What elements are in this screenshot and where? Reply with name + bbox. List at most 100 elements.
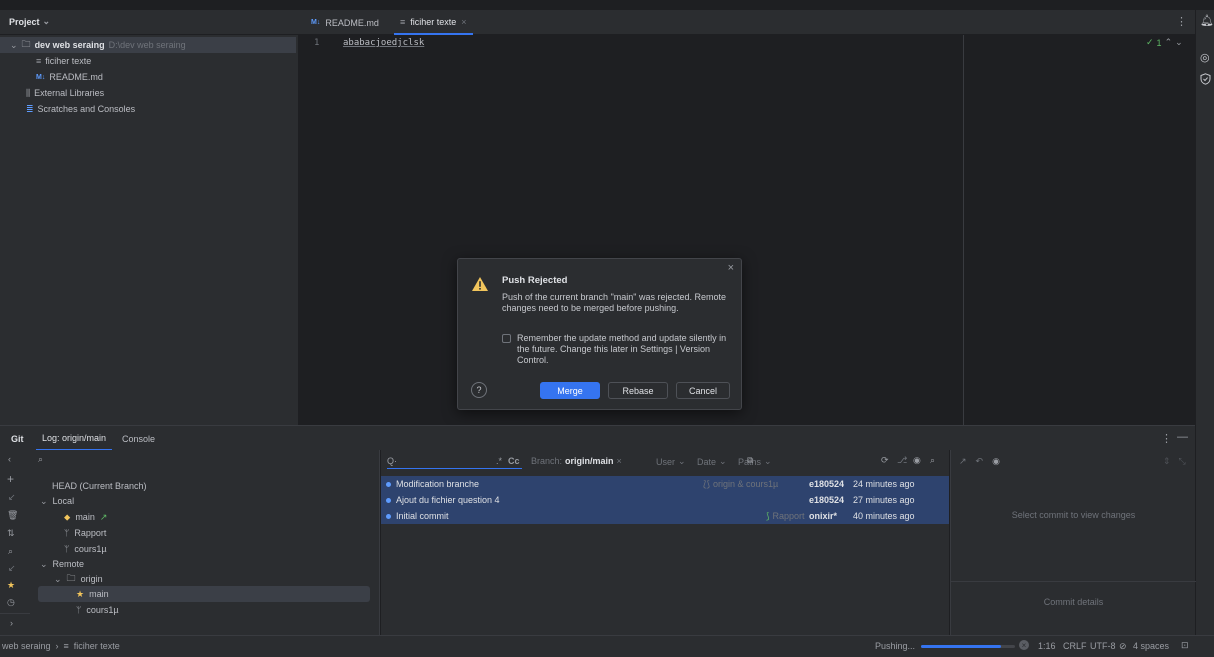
search-icon[interactable]: ⌕	[930, 455, 935, 466]
chevron-right-icon[interactable]: ›	[10, 618, 13, 628]
branch-label: main	[89, 589, 109, 599]
remote-origin[interactable]: ⌄ 🗀 origin	[54, 571, 103, 587]
help-button[interactable]: ?	[471, 382, 487, 398]
inspection-widget[interactable]: ✓ 1 ⌃ ⌄	[1146, 37, 1183, 48]
commit-author: e180524	[809, 495, 845, 505]
undo-icon[interactable]: ↶	[976, 456, 984, 467]
merge-button[interactable]: Merge	[540, 382, 600, 399]
breadcrumb-item[interactable]: web seraing	[2, 641, 51, 651]
tree-item-readme[interactable]: M↓ README.md	[0, 69, 103, 85]
fetch-icon[interactable]: ↙	[8, 563, 16, 574]
tab-ficiher-texte[interactable]: ≡ ficiher texte ×	[394, 10, 473, 35]
tab-console[interactable]: Console	[122, 434, 155, 444]
progress-bar	[921, 645, 1015, 648]
chevron-down-icon: ⌄	[40, 495, 48, 506]
project-view-selector[interactable]: Project ⌄	[9, 16, 50, 27]
git-log: Q· .* Cc Branch: origin/main × User ⌄ Dat…	[381, 450, 949, 635]
expand-all-icon[interactable]: ⇕	[1163, 456, 1171, 467]
branch-local-rapport[interactable]: ᛘ Rapport	[64, 525, 106, 541]
star-icon[interactable]: ★	[7, 580, 15, 591]
add-icon[interactable]: +	[7, 472, 14, 486]
progress-fill	[921, 645, 1001, 648]
editor-margin-area: ✓ 1 ⌃ ⌄	[963, 35, 1195, 425]
tree-item-label: External Libraries	[34, 88, 105, 98]
tree-item-scratches[interactable]: ≣ Scratches and Consoles	[0, 101, 135, 117]
tag-icon: ⟆	[766, 510, 770, 521]
close-icon[interactable]: ×	[461, 17, 466, 27]
cancel-button[interactable]: Cancel	[676, 382, 730, 399]
branch-local-main[interactable]: ⬥ main ↗	[64, 509, 107, 525]
shield-icon[interactable]	[1200, 73, 1211, 85]
cherry-pick-icon[interactable]: ⎇	[897, 455, 907, 466]
file-encoding[interactable]: UTF-8	[1090, 641, 1116, 651]
branch-head[interactable]: HEAD (Current Branch)	[52, 478, 147, 494]
branch-filter[interactable]: Branch: origin/main ×	[531, 456, 622, 466]
tree-root[interactable]: ⌄ 🗀 dev web seraing D:\dev web seraing	[0, 37, 296, 53]
more-options-icon[interactable]: ⋮	[1176, 15, 1187, 28]
ai-assistant-icon[interactable]: ◎	[1200, 51, 1210, 64]
commit-refs: ⟆ Rapport	[766, 511, 805, 522]
check-icon: ✓	[1146, 37, 1154, 47]
tab-log[interactable]: Log: origin/main	[36, 426, 113, 451]
text-file-icon: ≡	[400, 16, 406, 27]
search-icon[interactable]: ⌕	[8, 546, 13, 557]
tree-item-external-libraries[interactable]: ⫼ External Libraries	[0, 85, 104, 101]
lock-icon[interactable]: ⊡	[1181, 640, 1189, 651]
branch-group-remote[interactable]: ⌄ Remote	[40, 556, 84, 572]
more-options-icon[interactable]: ⋮	[1161, 432, 1172, 445]
indent-setting[interactable]: 4 spaces	[1133, 641, 1169, 651]
dialog-title: Push Rejected	[502, 275, 568, 286]
tree-item-ficiher-texte[interactable]: ≡ ficiher texte	[0, 53, 91, 69]
tree-item-label: Scratches and Consoles	[37, 104, 136, 114]
cancel-progress-icon[interactable]: ×	[1019, 640, 1029, 650]
commit-row[interactable]: Modification branche ⟅⟆ origin & cours1µ …	[381, 476, 949, 492]
delete-icon[interactable]: 🗑︎	[7, 510, 18, 521]
commit-time: 40 minutes ago	[853, 511, 915, 521]
paths-filter[interactable]: Paths ⌄	[738, 456, 772, 467]
commit-row[interactable]: Initial commit ⟆ Rapport onixir* 40 minut…	[381, 508, 949, 524]
user-filter[interactable]: User ⌄	[656, 456, 686, 467]
branch-filter-label: Branch:	[531, 456, 563, 466]
date-filter[interactable]: Date ⌄	[697, 456, 727, 467]
eye-icon[interactable]: ◉	[992, 456, 1000, 467]
no-entry-icon[interactable]: ⊘	[1119, 641, 1127, 652]
star-icon: ★	[76, 588, 85, 599]
breadcrumb-item[interactable]: ficiher texte	[74, 641, 120, 651]
chevron-up-icon[interactable]: ⌃	[1165, 37, 1173, 48]
history-icon[interactable]: ◷	[7, 597, 15, 608]
compare-icon[interactable]: ⇅	[7, 528, 15, 539]
notifications-icon[interactable]: 🔔︎	[1200, 14, 1214, 27]
close-icon[interactable]: ×	[728, 262, 734, 274]
rebase-button[interactable]: Rebase	[608, 382, 668, 399]
collapse-all-icon[interactable]: ⤡	[1179, 456, 1186, 467]
branch-remote-cours1[interactable]: ᛘ cours1µ	[76, 602, 119, 618]
chevron-left-icon[interactable]: ‹	[8, 454, 11, 464]
commit-node-icon	[386, 481, 391, 487]
clear-icon[interactable]: ×	[617, 456, 622, 466]
line-separator[interactable]: CRLF	[1063, 641, 1087, 651]
expand-icon[interactable]: ↗	[959, 456, 967, 467]
eye-icon[interactable]: ◉	[913, 455, 921, 466]
remember-checkbox[interactable]	[502, 334, 511, 343]
commit-row[interactable]: Ajout du fichier question 4 e180524 27 m…	[381, 492, 949, 508]
dialog-message: Push of the current branch "main" was re…	[502, 292, 726, 313]
branch-group-local[interactable]: ⌄ Local	[40, 493, 74, 509]
commit-node-icon	[386, 513, 391, 519]
caret-position[interactable]: 1:16	[1038, 641, 1056, 651]
regex-toggle[interactable]: .*	[496, 456, 502, 466]
tag-icon: ⬥	[64, 511, 71, 522]
refresh-icon[interactable]: ⟳	[881, 455, 889, 466]
commit-time: 27 minutes ago	[853, 495, 915, 505]
match-case-toggle[interactable]: Cc	[508, 456, 520, 466]
new-tab-icon[interactable]: ⧉	[747, 455, 753, 466]
remember-checkbox-label[interactable]: Remember the update method and update si…	[517, 333, 732, 366]
branch-remote-main[interactable]: ★ main	[38, 586, 370, 602]
branch-local-cours1[interactable]: ᛘ cours1µ	[64, 541, 107, 557]
update-icon[interactable]: ↙	[8, 492, 16, 503]
tab-readme[interactable]: M↓ README.md	[305, 10, 385, 35]
chevron-down-icon[interactable]: ⌄	[1175, 37, 1183, 48]
tree-item-label: ficiher texte	[45, 56, 92, 66]
minimize-icon[interactable]: —	[1177, 431, 1188, 443]
search-icon[interactable]: ⌕	[38, 454, 43, 465]
editor-line-text[interactable]: ababacjoedjclsk	[343, 38, 424, 48]
